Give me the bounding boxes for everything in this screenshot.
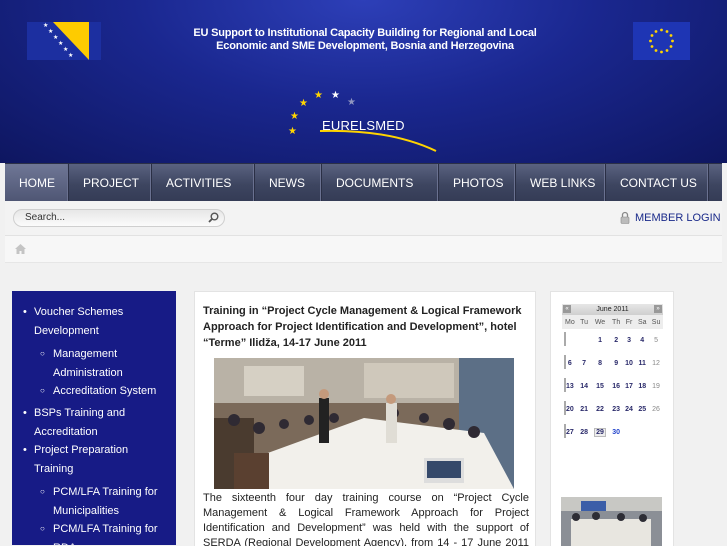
sidebar-subitem-pcm-lfa-municipalities[interactable]: PCM/LFA Training for Municipalities <box>40 483 168 520</box>
calendar-day[interactable]: 23 <box>610 398 623 421</box>
weekday-label: Fr <box>622 315 636 329</box>
calendar-day[interactable]: 4 <box>635 329 649 352</box>
calendar-day[interactable]: 2 <box>610 329 623 352</box>
calendar-day-today[interactable]: 29 <box>591 421 610 444</box>
nav-activities[interactable]: ACTIVITIES <box>152 164 255 202</box>
calendar-day[interactable]: 30 <box>610 421 623 444</box>
calendar-day[interactable]: 15 <box>591 375 610 398</box>
svg-text:★: ★ <box>331 90 340 101</box>
header-title-line1: EU Support to Institutional Capacity Bui… <box>193 27 537 39</box>
eu-flag-icon <box>633 22 690 60</box>
svg-text:★: ★ <box>290 111 299 122</box>
calendar-day[interactable]: 9 <box>610 352 623 375</box>
calendar-day <box>562 329 578 352</box>
calendar-day[interactable]: 20 <box>562 398 578 421</box>
calendar-day[interactable]: 21 <box>578 398 591 421</box>
search-icon[interactable] <box>208 212 219 223</box>
calendar-day[interactable]: 24 <box>623 398 636 421</box>
site-header: ★ ★ ★ ★ ★ ★ EU Support to Institutional Capa… <box>0 0 727 163</box>
svg-text:★: ★ <box>314 90 323 101</box>
calendar-day[interactable]: 1 <box>591 329 610 352</box>
calendar-day[interactable]: 12 <box>649 352 663 375</box>
calendar-day[interactable]: 7 <box>578 352 591 375</box>
calendar-day[interactable]: 11 <box>635 352 649 375</box>
toolbar: Search... MEMBER LOGIN <box>5 201 722 236</box>
calendar-month: June 2011 <box>596 306 629 313</box>
article-title[interactable]: Training in “Project Cycle Management & … <box>203 303 529 351</box>
sidebar-item-project-preparation[interactable]: Project Preparation Training <box>23 441 154 478</box>
bosnia-flag-icon: ★ ★ ★ ★ ★ ★ <box>27 22 101 60</box>
calendar-day[interactable]: 6 <box>562 352 578 375</box>
sidebar-subitem-management-administration[interactable]: Management Administration <box>40 345 153 382</box>
training-photo <box>214 358 514 489</box>
svg-text:★: ★ <box>347 97 356 108</box>
calendar-prev-button[interactable]: « <box>563 305 571 313</box>
calendar-day[interactable]: 16 <box>610 375 623 398</box>
home-icon[interactable] <box>15 244 26 254</box>
calendar-day[interactable]: 22 <box>591 398 610 421</box>
calendar-day[interactable]: 26 <box>649 398 663 421</box>
calendar-day[interactable]: 10 <box>623 352 636 375</box>
main-content: Training in “Project Cycle Management & … <box>194 291 536 546</box>
gallery-thumbnail[interactable] <box>561 497 662 546</box>
nav-project[interactable]: PROJECT <box>69 164 152 202</box>
weekday-label: Tu <box>577 315 591 329</box>
calendar-day[interactable]: 18 <box>635 375 649 398</box>
search-input[interactable]: Search... <box>13 209 225 227</box>
weekday-label: Mo <box>562 315 578 329</box>
calendar-header: « June 2011 » <box>562 304 663 315</box>
nav-web-links[interactable]: WEB LINKS <box>516 164 606 202</box>
svg-text:★: ★ <box>68 52 73 59</box>
sidebar-item-bsps-training[interactable]: BSPs Training and Accreditation <box>23 404 154 441</box>
main-nav: HOME PROJECT ACTIVITIES NEWS DOCUMENTS P… <box>5 163 722 202</box>
sidebar-subitem-accreditation-system[interactable]: Accreditation System <box>40 382 173 401</box>
calendar-day[interactable]: 13 <box>562 375 578 398</box>
weekday-label: Su <box>649 315 663 329</box>
nav-documents[interactable]: DOCUMENTS <box>322 164 439 202</box>
nav-photos[interactable]: PHOTOS <box>439 164 516 202</box>
svg-text:★: ★ <box>288 126 297 137</box>
weekday-label: We <box>590 315 610 329</box>
sidebar-subitem-pcm-lfa-rdas[interactable]: PCM/LFA Training for RDAs <box>40 520 168 545</box>
weekday-label: Sa <box>635 315 650 329</box>
calendar-day <box>578 329 591 352</box>
article-body: The sixteenth four day training course o… <box>203 492 529 546</box>
calendar-next-button[interactable]: » <box>654 305 662 313</box>
calendar-day[interactable]: 14 <box>578 375 591 398</box>
sidebar-menu: Voucher Schemes Development Management A… <box>12 291 176 545</box>
breadcrumb <box>5 236 722 263</box>
nav-contact-us[interactable]: CONTACT US <box>606 164 709 202</box>
calendar: « June 2011 » Mo Tu We Th Fr Sa Su 1 2 3… <box>562 304 663 444</box>
nav-home[interactable]: HOME <box>5 164 69 202</box>
calendar-day[interactable]: 8 <box>591 352 610 375</box>
search-placeholder: Search... <box>25 212 66 223</box>
member-login-label: MEMBER LOGIN <box>635 211 721 224</box>
sidebar-item-voucher-schemes[interactable]: Voucher Schemes Development <box>23 303 154 340</box>
calendar-day[interactable]: 3 <box>623 329 636 352</box>
logo-text: EURELSMED <box>322 118 405 133</box>
calendar-day[interactable]: 5 <box>649 329 663 352</box>
calendar-day <box>635 421 649 444</box>
calendar-day[interactable]: 28 <box>578 421 591 444</box>
calendar-day[interactable]: 19 <box>649 375 663 398</box>
calendar-day[interactable]: 27 <box>562 421 578 444</box>
calendar-day[interactable]: 17 <box>623 375 636 398</box>
calendar-grid: Mo Tu We Th Fr Sa Su 1 2 3 4 5 6 7 8 9 1… <box>562 315 663 444</box>
svg-text:★: ★ <box>299 98 308 109</box>
calendar-day[interactable]: 25 <box>635 398 649 421</box>
header-title: EU Support to Institutional Capacity Bui… <box>180 27 550 53</box>
lock-icon <box>620 211 630 224</box>
calendar-today-label: 29 <box>594 428 606 437</box>
member-login-link[interactable]: MEMBER LOGIN <box>620 211 721 224</box>
calendar-day <box>623 421 636 444</box>
nav-news[interactable]: NEWS <box>255 164 322 202</box>
weekday-label: Th <box>609 315 623 329</box>
header-title-line2: Economic and SME Development, Bosnia and… <box>216 40 514 52</box>
right-column: « June 2011 » Mo Tu We Th Fr Sa Su 1 2 3… <box>550 291 674 546</box>
calendar-day <box>649 421 663 444</box>
